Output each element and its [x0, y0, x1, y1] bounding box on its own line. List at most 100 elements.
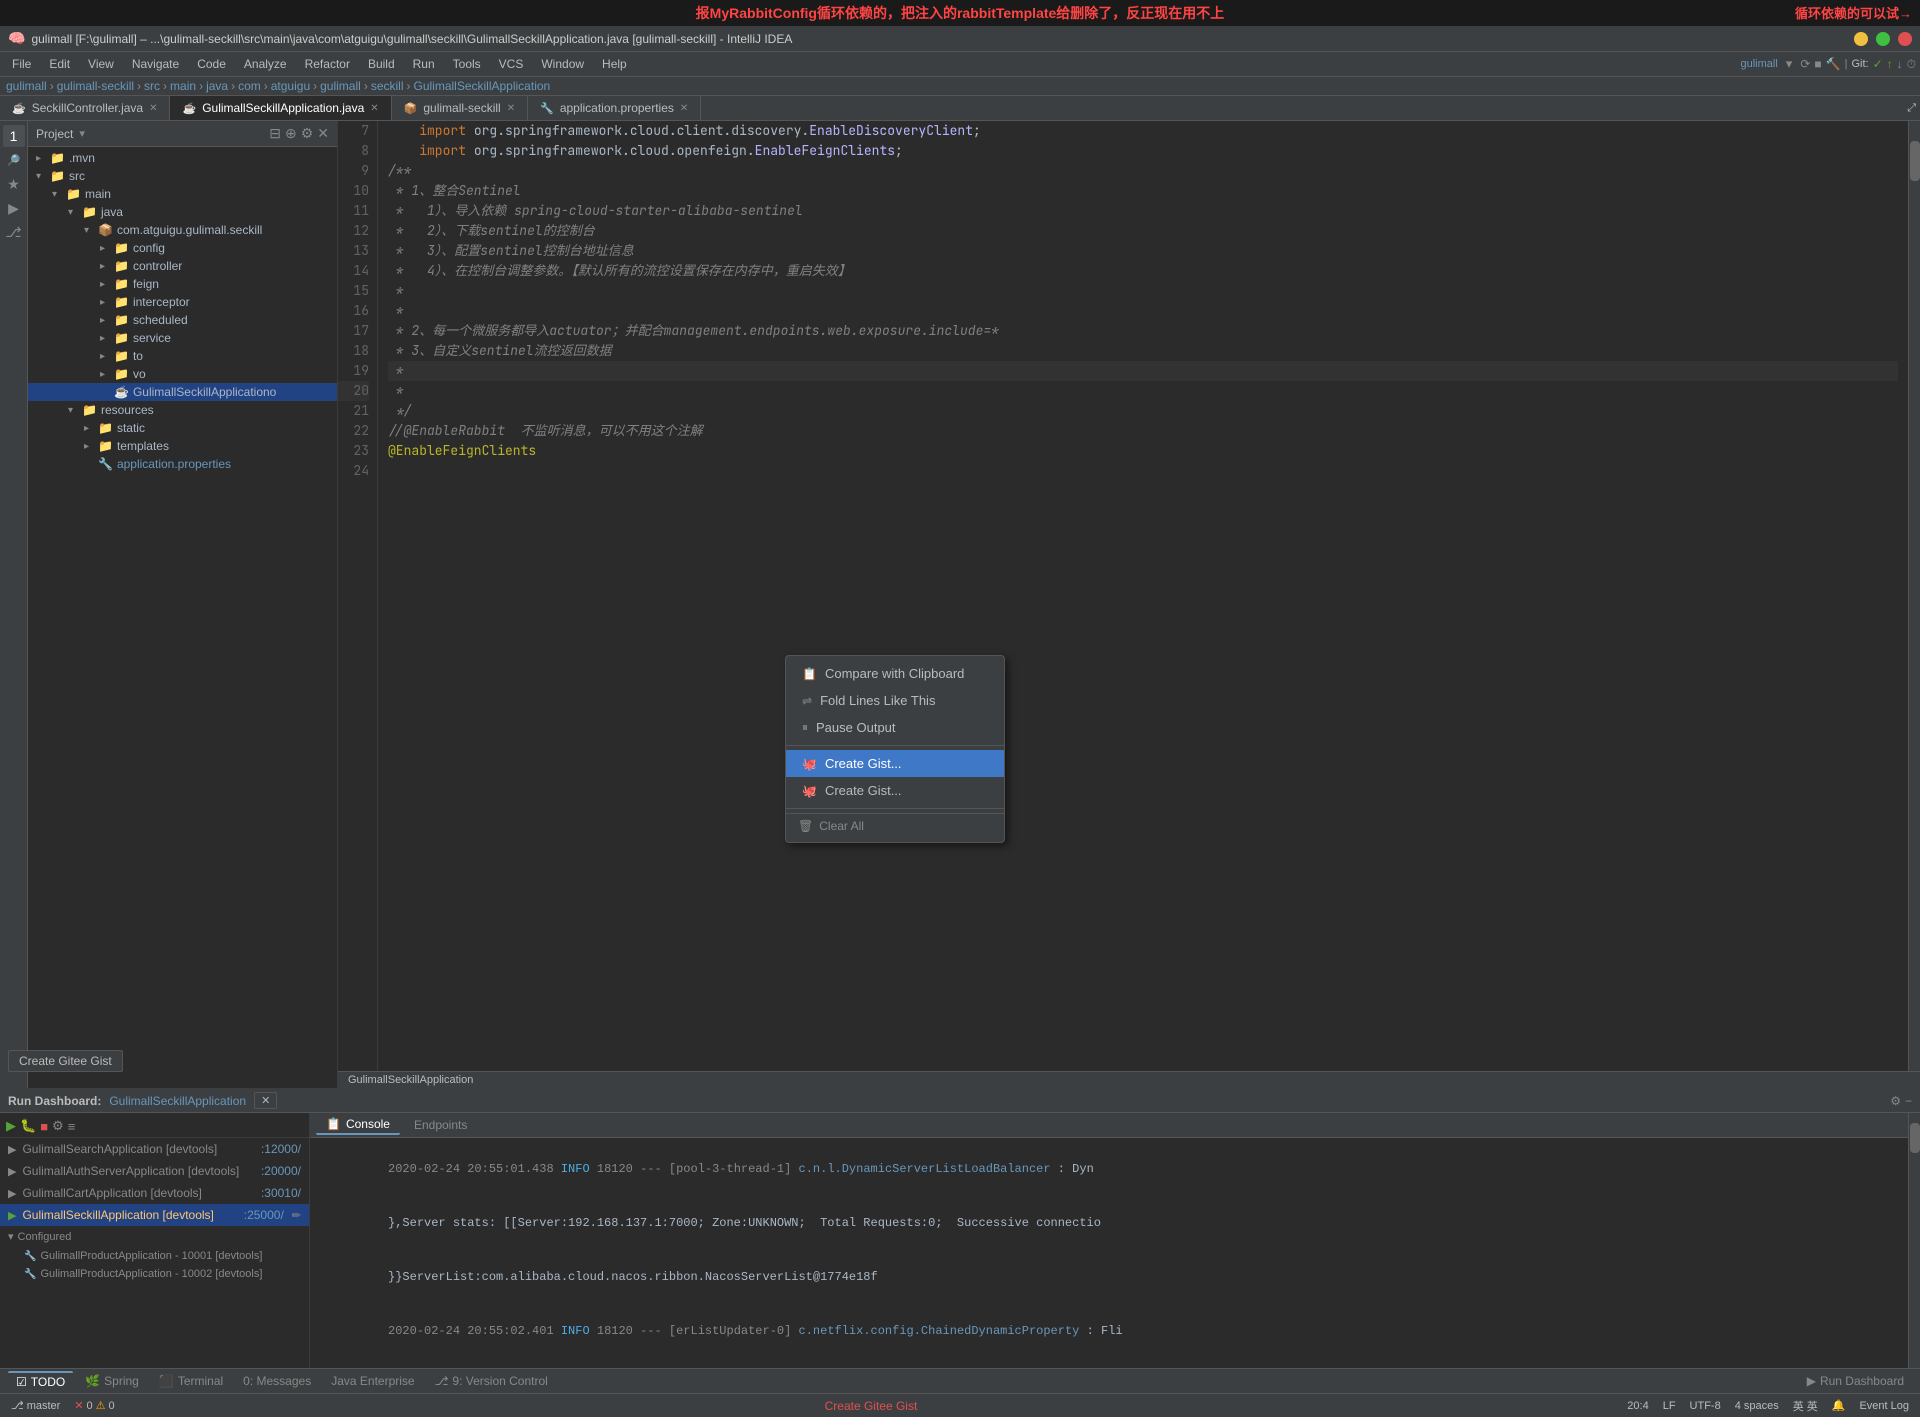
- bc-gulimall2[interactable]: gulimall: [320, 79, 361, 93]
- tree-item-service[interactable]: ▸ 📁 service: [28, 329, 337, 347]
- collapse-all-btn[interactable]: ⊟: [269, 125, 281, 142]
- menu-tools[interactable]: Tools: [445, 54, 489, 74]
- tree-item-package[interactable]: ▾ 📦 com.atguigu.gulimall.seckill: [28, 221, 337, 239]
- tree-item-controller[interactable]: ▸ 📁 controller: [28, 257, 337, 275]
- run-item-seckill[interactable]: ▶ GulimallSeckillApplication [devtools] …: [0, 1204, 309, 1226]
- tree-item-to[interactable]: ▸ 📁 to: [28, 347, 337, 365]
- git-push-btn[interactable]: ↑: [1887, 57, 1893, 71]
- bc-com[interactable]: com: [238, 79, 261, 93]
- close-tab-props[interactable]: ✕: [680, 103, 688, 114]
- minimize-btn[interactable]: [1854, 32, 1868, 46]
- close-panel-btn[interactable]: ✕: [317, 125, 329, 142]
- git-commit-btn[interactable]: ✓: [1873, 57, 1883, 71]
- tab-seckill-controller[interactable]: ☕ SeckillController.java ✕: [0, 96, 170, 120]
- status-encoding[interactable]: UTF-8: [1687, 1400, 1724, 1412]
- bc-src[interactable]: src: [144, 79, 160, 93]
- run-minimize-btn[interactable]: −: [1905, 1094, 1912, 1108]
- status-git[interactable]: ⎇ master: [8, 1399, 63, 1412]
- locate-file-btn[interactable]: ⊕: [285, 125, 297, 142]
- menu-edit[interactable]: Edit: [41, 54, 78, 74]
- tree-item-scheduled[interactable]: ▸ 📁 scheduled: [28, 311, 337, 329]
- tree-item-app-props[interactable]: 🔧 application.properties: [28, 455, 337, 473]
- run-item-search[interactable]: ▶ GulimallSearchApplication [devtools] :…: [0, 1138, 309, 1160]
- app-instance-1[interactable]: 🔧 GulimallProductApplication - 10001 [de…: [0, 1247, 309, 1265]
- console-output[interactable]: 2020-02-24 20:55:01.438 INFO 18120 --- […: [310, 1138, 1908, 1368]
- code-content[interactable]: import org.springframework.cloud.client.…: [378, 121, 1908, 1071]
- btab-messages[interactable]: 0: Messages: [235, 1372, 319, 1390]
- bc-atguigu[interactable]: atguigu: [271, 79, 310, 93]
- status-language[interactable]: 英 英: [1790, 1398, 1821, 1414]
- run-item-cart[interactable]: ▶ GulimallCartApplication [devtools] :30…: [0, 1182, 309, 1204]
- menu-view[interactable]: View: [80, 54, 122, 74]
- btab-java-enterprise[interactable]: Java Enterprise: [323, 1372, 422, 1390]
- tree-item-config[interactable]: ▸ 📁 config: [28, 239, 337, 257]
- btab-spring[interactable]: 🌿 Spring: [77, 1372, 147, 1390]
- status-line-ending[interactable]: LF: [1660, 1400, 1679, 1412]
- status-errors[interactable]: ✕ 0 ⚠ 0: [71, 1399, 117, 1412]
- menu-window[interactable]: Window: [533, 54, 592, 74]
- tab-gulimall-seckill-app[interactable]: ☕ GulimallSeckillApplication.java ✕: [170, 96, 391, 120]
- project-nav-label[interactable]: gulimall: [1736, 56, 1781, 72]
- stop-all-btn[interactable]: ■: [40, 1119, 48, 1134]
- bc-gulimall-seckill[interactable]: gulimall-seckill: [57, 79, 134, 93]
- tree-item-templates[interactable]: ▸ 📁 templates: [28, 437, 337, 455]
- activity-project[interactable]: 1: [3, 125, 25, 147]
- ctx-create-gist[interactable]: 🐙 Create Gist...: [786, 777, 1004, 804]
- menu-help[interactable]: Help: [594, 54, 635, 74]
- tree-item-src[interactable]: ▾ 📁 src: [28, 167, 337, 185]
- btab-run-dashboard[interactable]: ▶ Run Dashboard: [1799, 1372, 1912, 1390]
- app-instance-2[interactable]: 🔧 GulimallProductApplication - 10002 [de…: [0, 1265, 309, 1283]
- run-filter2-btn[interactable]: ≡: [68, 1119, 76, 1134]
- run-all-btn[interactable]: ▶: [6, 1118, 16, 1134]
- ctx-fold-lines[interactable]: ⇌ Fold Lines Like This: [786, 687, 1004, 714]
- tree-item-mvn[interactable]: ▸ 📁 .mvn: [28, 149, 337, 167]
- menu-run[interactable]: Run: [405, 54, 443, 74]
- close-btn[interactable]: [1898, 32, 1912, 46]
- close-tab-app[interactable]: ✕: [370, 103, 378, 114]
- ctx-clear-all[interactable]: 🗑 Clear All: [786, 813, 1004, 838]
- status-notifications[interactable]: 🔔: [1829, 1399, 1849, 1412]
- tab-endpoints[interactable]: Endpoints: [404, 1116, 477, 1134]
- ctx-compare-clipboard[interactable]: 📋 Compare with Clipboard: [786, 660, 1004, 687]
- status-event-log[interactable]: Event Log: [1856, 1400, 1912, 1412]
- menu-code[interactable]: Code: [189, 54, 234, 74]
- edit-run-btn[interactable]: ✏: [292, 1209, 301, 1222]
- run-debug-btn[interactable]: 🐛: [20, 1118, 36, 1134]
- toolbar-btn-reload[interactable]: ⟳: [1800, 57, 1810, 71]
- menu-refactor[interactable]: Refactor: [297, 54, 358, 74]
- toolbar-btn-stop[interactable]: ■: [1814, 57, 1821, 71]
- activity-structure[interactable]: 🔎: [3, 149, 25, 171]
- code-editor[interactable]: 7 8 9 10 11 12 13 14 15 16 17 18 19 20 2…: [338, 121, 1920, 1071]
- git-pull-btn[interactable]: ↓: [1897, 57, 1903, 71]
- close-run-tab[interactable]: ✕: [254, 1092, 277, 1109]
- tab-application-properties[interactable]: 🔧 application.properties ✕: [528, 96, 701, 120]
- btab-todo[interactable]: ☑ TODO: [8, 1371, 73, 1391]
- bc-main[interactable]: main: [170, 79, 196, 93]
- settings-btn[interactable]: ⚙: [301, 125, 314, 142]
- git-history-btn[interactable]: ⏱: [1907, 57, 1916, 72]
- toolbar-btn-build[interactable]: 🔨: [1826, 57, 1841, 71]
- status-indent[interactable]: 4 spaces: [1732, 1400, 1782, 1412]
- activity-run[interactable]: ▶: [3, 197, 25, 219]
- tree-item-resources[interactable]: ▾ 📁 resources: [28, 401, 337, 419]
- ctx-pause-output[interactable]: ⏸ Pause Output: [786, 714, 1004, 741]
- btab-version-control[interactable]: ⎇ 9: Version Control: [427, 1372, 556, 1390]
- run-settings-btn[interactable]: ⚙: [1890, 1094, 1901, 1108]
- editor-scrollbar[interactable]: [1908, 121, 1920, 1071]
- tab-console[interactable]: 📋 Console: [316, 1115, 400, 1135]
- tree-item-main[interactable]: ▾ 📁 main: [28, 185, 337, 203]
- tree-item-vo[interactable]: ▸ 📁 vo: [28, 365, 337, 383]
- bc-java[interactable]: java: [206, 79, 228, 93]
- tree-item-gulimall-app[interactable]: ☕ GulimallSeckillApplicationo: [28, 383, 337, 401]
- status-position[interactable]: 20:4: [1624, 1400, 1651, 1412]
- menu-navigate[interactable]: Navigate: [124, 54, 187, 74]
- collapse-editor-btn[interactable]: ⤢: [1903, 100, 1920, 117]
- menu-analyze[interactable]: Analyze: [236, 54, 295, 74]
- close-tab-module[interactable]: ✕: [507, 103, 515, 114]
- console-scrollbar[interactable]: [1908, 1113, 1920, 1368]
- ctx-create-gist-highlighted[interactable]: 🐙 Create Gist...: [786, 750, 1004, 777]
- tree-item-static[interactable]: ▸ 📁 static: [28, 419, 337, 437]
- tab-gulimall-seckill[interactable]: 📦 gulimall-seckill ✕: [392, 96, 528, 120]
- bc-app[interactable]: GulimallSeckillApplication: [413, 79, 550, 93]
- close-tab-seckill[interactable]: ✕: [149, 103, 157, 114]
